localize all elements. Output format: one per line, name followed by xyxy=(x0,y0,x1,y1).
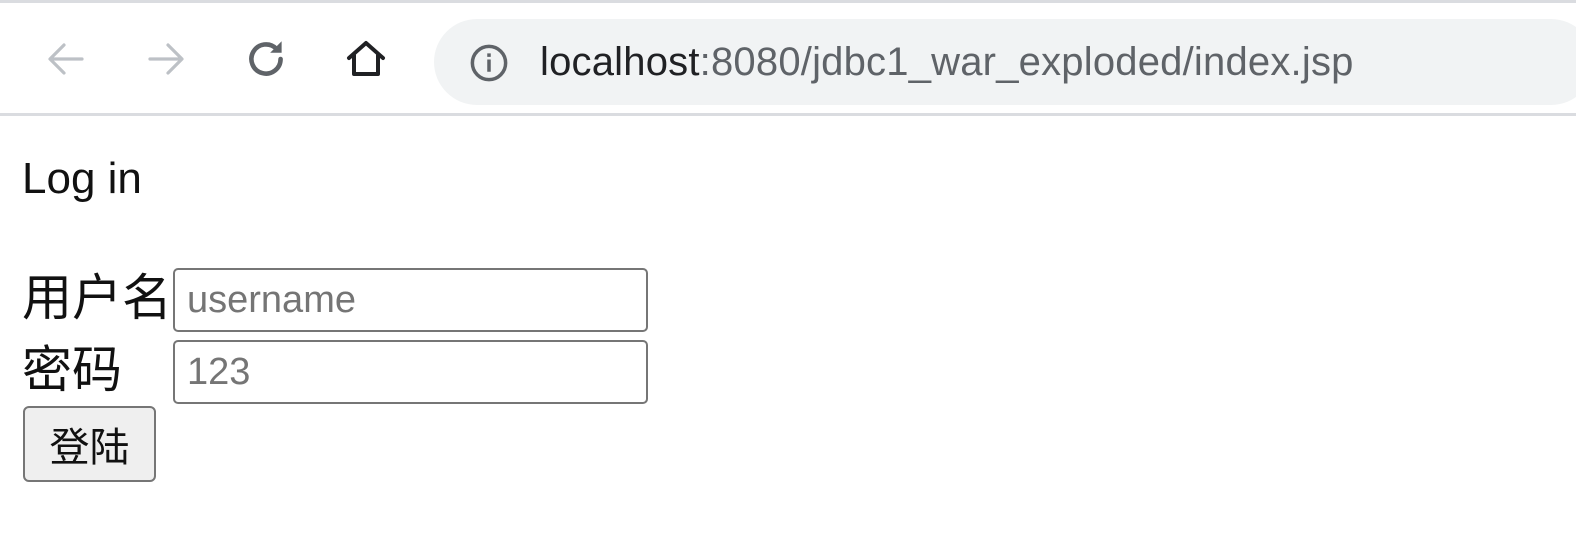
forward-arrow-icon xyxy=(148,43,184,75)
site-info-icon[interactable] xyxy=(468,42,510,84)
page-title: Log in xyxy=(22,154,142,203)
url-text[interactable]: localhost:8080/jdbc1_war_exploded/index.… xyxy=(540,38,1354,86)
password-input[interactable] xyxy=(173,340,648,404)
username-input[interactable] xyxy=(173,268,648,332)
url-host: localhost xyxy=(540,40,700,84)
reload-icon xyxy=(249,41,283,76)
back-button[interactable] xyxy=(38,31,94,87)
browser-toolbar: localhost:8080/jdbc1_war_exploded/index.… xyxy=(0,0,1576,116)
forward-button[interactable] xyxy=(138,31,194,87)
password-label: 密码 xyxy=(22,341,122,399)
back-arrow-icon xyxy=(48,43,84,75)
login-button[interactable]: 登陆 xyxy=(23,406,156,482)
url-path: :8080/jdbc1_war_exploded/index.jsp xyxy=(699,40,1354,84)
page-content: Log in 用户名 密码 登陆 xyxy=(0,116,1576,554)
home-button[interactable] xyxy=(338,31,394,87)
home-icon xyxy=(347,41,385,76)
address-bar[interactable]: localhost:8080/jdbc1_war_exploded/index.… xyxy=(434,19,1576,105)
username-label: 用户名 xyxy=(22,269,172,327)
reload-button[interactable] xyxy=(238,31,294,87)
